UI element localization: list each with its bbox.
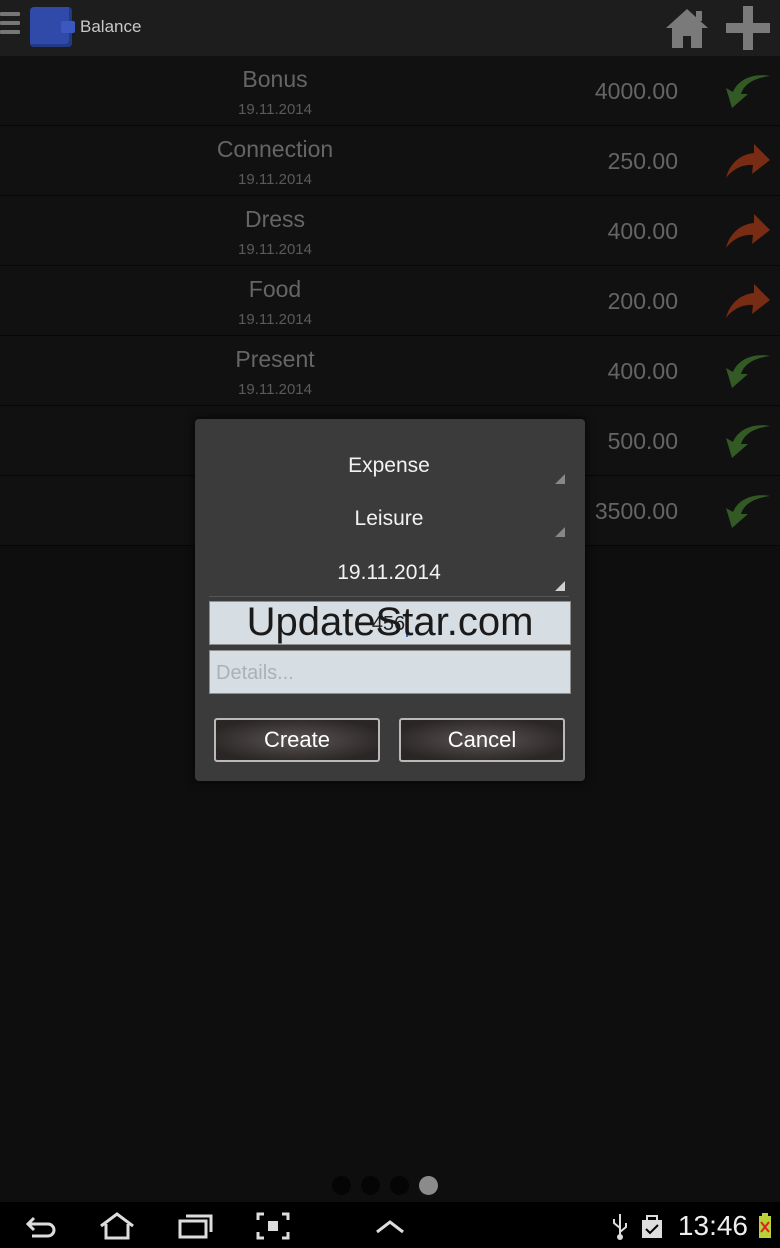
date-spinner[interactable]: 19.11.2014 — [209, 549, 569, 597]
screenshot-icon[interactable] — [256, 1212, 290, 1240]
wallet-icon[interactable] — [30, 7, 75, 47]
details-input[interactable]: Details... — [209, 650, 571, 694]
amount-input[interactable]: 456 UpdateStar.com — [209, 600, 571, 645]
back-icon[interactable] — [24, 1212, 58, 1240]
recent-apps-icon[interactable] — [178, 1212, 214, 1240]
shopping-bag-icon — [642, 1215, 662, 1238]
text-cursor — [406, 612, 409, 637]
add-icon[interactable] — [726, 6, 770, 50]
spinner-arrow-icon — [555, 527, 565, 537]
spinner-arrow-icon — [555, 474, 565, 484]
usb-icon — [613, 1214, 627, 1240]
type-spinner[interactable]: Expense — [209, 442, 569, 490]
create-button[interactable]: Create — [214, 718, 380, 762]
details-placeholder: Details... — [216, 662, 294, 684]
menu-icon[interactable] — [0, 12, 20, 42]
amount-input-value: 456 — [371, 613, 406, 635]
type-spinner-value: Expense — [348, 454, 430, 477]
home-nav-icon[interactable] — [98, 1212, 136, 1240]
page-dot[interactable] — [390, 1176, 409, 1195]
chevron-up-icon[interactable] — [374, 1212, 406, 1240]
action-bar: Balance — [0, 0, 780, 57]
page-dot[interactable] — [361, 1176, 380, 1195]
battery-icon — [759, 1213, 771, 1238]
new-transaction-dialog: Expense Leisure 19.11.2014 456 UpdateSta… — [195, 419, 585, 781]
page-indicator — [332, 1176, 448, 1196]
home-icon[interactable] — [664, 6, 710, 50]
system-navigation-bar: 13:46 — [0, 1202, 780, 1248]
date-spinner-value: 19.11.2014 — [337, 561, 441, 584]
page-dot[interactable] — [332, 1176, 351, 1195]
category-spinner-value: Leisure — [354, 507, 424, 530]
page-dot[interactable] — [419, 1176, 438, 1195]
spinner-arrow-icon — [555, 581, 565, 591]
app-title: Balance — [80, 17, 142, 36]
cancel-button[interactable]: Cancel — [399, 718, 565, 762]
clock: 13:46 — [677, 1210, 748, 1241]
category-spinner[interactable]: Leisure — [209, 495, 569, 543]
